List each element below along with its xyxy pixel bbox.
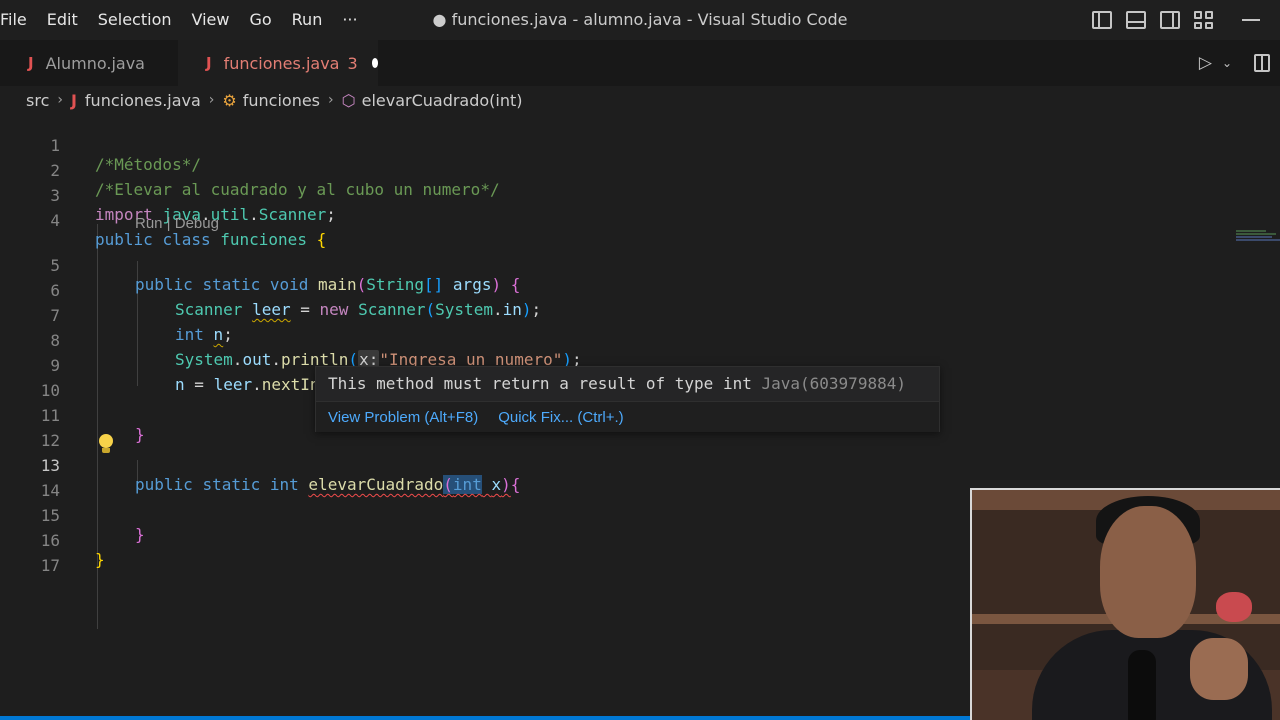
menu-view[interactable]: View xyxy=(182,0,240,40)
microphone xyxy=(1128,650,1156,720)
hover-source: Java(603979884) xyxy=(761,374,906,393)
method-icon: ⬡ xyxy=(341,90,356,110)
menu-go[interactable]: Go xyxy=(239,0,281,40)
menu-run[interactable]: Run xyxy=(282,0,333,40)
menu-more[interactable]: ··· xyxy=(332,0,367,40)
java-file-icon: J xyxy=(70,90,77,110)
tab-funciones-java[interactable]: J funciones.java 3 xyxy=(178,40,378,86)
code-line[interactable]: 14 xyxy=(0,459,1280,500)
class-icon: ⚙ xyxy=(222,90,237,110)
java-file-icon: J xyxy=(206,54,212,72)
toggle-secondary-sidebar-icon[interactable] xyxy=(1160,11,1180,29)
tab-label: Alumno.java xyxy=(45,53,145,73)
breadcrumb-class[interactable]: funciones xyxy=(243,91,320,110)
split-editor-icon[interactable] xyxy=(1254,54,1270,72)
menu-edit[interactable]: Edit xyxy=(37,0,88,40)
chevron-right-icon: › xyxy=(57,92,63,108)
unsaved-dot-icon[interactable] xyxy=(371,58,378,68)
code-line[interactable]: 2 /*Elevar al cuadrado y al cubo un nume… xyxy=(0,139,1280,199)
chevron-right-icon: › xyxy=(208,92,215,108)
codelens-run-debug[interactable]: Run | Debug xyxy=(135,214,219,234)
run-icon[interactable]: ▷ xyxy=(1199,53,1212,73)
tab-label: funciones.java xyxy=(223,53,340,73)
hover-message: This method must return a result of type… xyxy=(328,374,752,393)
breadcrumb-folder[interactable]: src xyxy=(26,91,49,110)
menu-file[interactable]: File xyxy=(0,0,37,40)
line-number: 17 xyxy=(40,556,60,575)
person-hand xyxy=(1190,638,1248,700)
code-line[interactable]: 1 /*Métodos*/ xyxy=(0,114,1280,174)
customize-layout-icon[interactable] xyxy=(1194,11,1214,29)
minimap[interactable] xyxy=(1236,230,1280,250)
menu-selection[interactable]: Selection xyxy=(88,0,182,40)
toy-figure xyxy=(1216,592,1252,622)
lightbulb-icon[interactable] xyxy=(98,434,114,454)
chevron-down-icon[interactable]: ⌄ xyxy=(1222,56,1232,70)
tab-alumno-java[interactable]: J Alumno.java xyxy=(0,40,178,86)
view-problem-link[interactable]: View Problem (Alt+F8) xyxy=(328,409,478,426)
code-line[interactable]: 6 Scanner leer = new Scanner(System.in); xyxy=(0,259,1280,319)
breadcrumb-method[interactable]: elevarCuadrado(int) xyxy=(362,91,523,110)
minimize-icon[interactable] xyxy=(1242,19,1260,21)
quick-fix-link[interactable]: Quick Fix... (Ctrl+.) xyxy=(498,409,623,426)
breadcrumb-file[interactable]: funciones.java xyxy=(85,91,201,110)
code-line-active[interactable]: 13 public static int elevarCuadrado(int … xyxy=(0,434,1280,494)
toggle-primary-sidebar-icon[interactable] xyxy=(1092,11,1112,29)
person-head xyxy=(1100,506,1196,638)
line-number: 4 xyxy=(50,211,60,230)
code-line[interactable]: 7 int n; xyxy=(0,284,1280,344)
code-line[interactable]: 8 System.out.println(x:"Ingresa un numer… xyxy=(0,309,1280,369)
toggle-panel-icon[interactable] xyxy=(1126,11,1146,29)
problem-count-badge: 3 xyxy=(347,53,358,73)
code-line[interactable]: 4 public class funciones { xyxy=(0,189,1280,249)
code-line[interactable]: 3 import java.util.Scanner; xyxy=(0,164,1280,224)
webcam-overlay xyxy=(970,488,1280,720)
problem-hover: This method must return a result of type… xyxy=(315,366,940,432)
title-bar: File Edit Selection View Go Run ··· ● fu… xyxy=(0,0,1280,40)
status-accent-line xyxy=(0,716,970,720)
tab-bar: J Alumno.java J funciones.java 3 ▷ ⌄ xyxy=(0,40,1280,86)
code-line[interactable]: 5 public static void main(String[] args)… xyxy=(0,234,1280,294)
java-file-icon: J xyxy=(28,54,34,72)
chevron-right-icon: › xyxy=(328,92,334,108)
breadcrumb: src › J funciones.java › ⚙ funciones › ⬡… xyxy=(26,88,523,112)
code-line[interactable]: 9 n = leer.nextInt(); xyxy=(0,334,1280,394)
